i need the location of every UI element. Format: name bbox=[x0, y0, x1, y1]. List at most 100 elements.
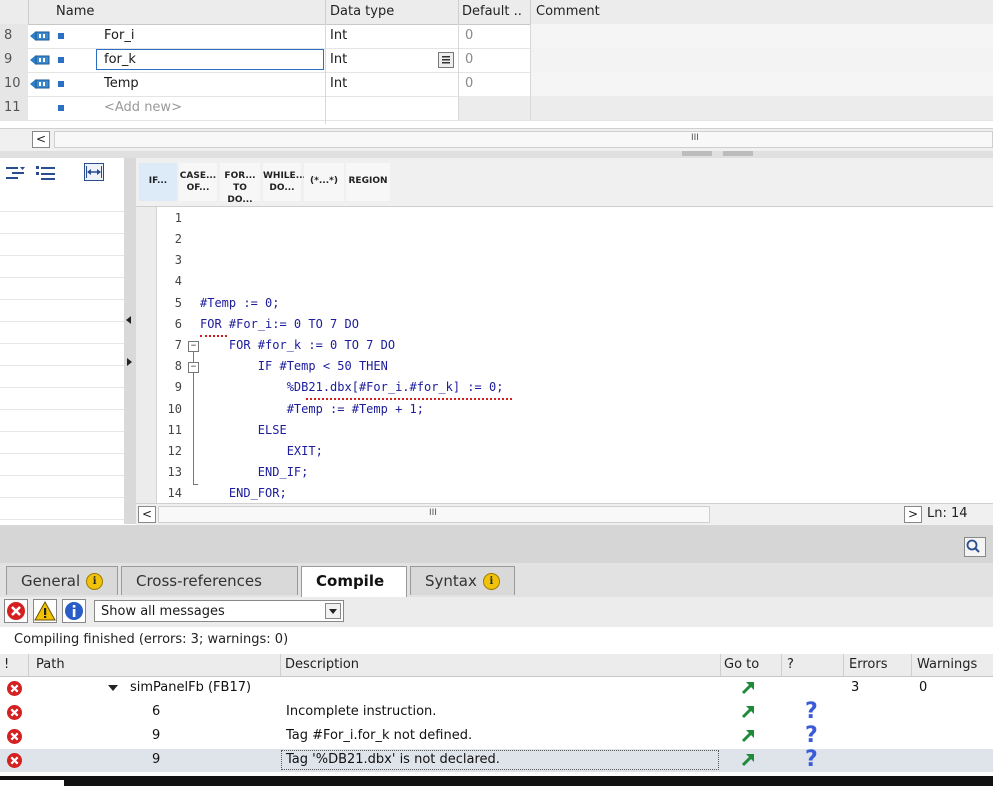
scroll-thumb[interactable]: III bbox=[158, 506, 710, 523]
var-default[interactable]: 0 bbox=[465, 52, 473, 67]
chevron-down-icon[interactable] bbox=[325, 603, 341, 619]
code-line[interactable]: IF #Temp < 50 THEN bbox=[200, 359, 388, 373]
splitter-down-arrow[interactable] bbox=[723, 151, 753, 156]
code-line[interactable]: EXIT; bbox=[200, 444, 323, 458]
scroll-left-button[interactable]: < bbox=[32, 131, 50, 148]
goto-arrow-icon[interactable] bbox=[740, 704, 756, 720]
while-do-button[interactable]: WHILE... DO... bbox=[263, 163, 306, 201]
col-name[interactable]: Name bbox=[56, 4, 94, 19]
message-filter-select[interactable]: Show all messages bbox=[94, 600, 344, 622]
scl-code-editor[interactable] bbox=[157, 207, 993, 503]
for-to-do-button[interactable]: FOR... TO DO... bbox=[220, 163, 260, 205]
error-icon bbox=[7, 705, 22, 720]
message-row[interactable]: simPanelFb (FB17) 3 0 bbox=[0, 677, 993, 700]
col-goto[interactable]: Go to bbox=[724, 657, 759, 672]
row-number: 11 bbox=[0, 96, 28, 120]
if-button[interactable]: IF... bbox=[139, 163, 177, 201]
properties-icon[interactable] bbox=[964, 537, 986, 557]
outdent-icon[interactable] bbox=[36, 165, 56, 181]
line-number: 6 bbox=[174, 317, 182, 331]
code-line[interactable]: #Temp := 0; bbox=[200, 296, 279, 310]
var-name[interactable]: For_i bbox=[104, 28, 134, 43]
scroll-right-button[interactable]: > bbox=[904, 506, 922, 523]
code-line[interactable]: END_IF; bbox=[200, 465, 309, 479]
info-icon bbox=[65, 602, 83, 620]
message-description: Tag '%DB21.dbx' is not declared. bbox=[286, 752, 500, 767]
help-icon[interactable]: ? bbox=[805, 699, 818, 724]
case-of-button[interactable]: CASE... OF... bbox=[179, 163, 217, 201]
splitter-up-arrow[interactable] bbox=[682, 151, 712, 156]
col-comment[interactable]: Comment bbox=[536, 4, 600, 19]
expand-caret-icon[interactable] bbox=[108, 685, 118, 691]
interface-row[interactable]: 9 for_k Int 0 bbox=[0, 48, 993, 73]
show-warnings-toggle[interactable] bbox=[33, 599, 57, 623]
var-type[interactable]: Int bbox=[330, 28, 347, 43]
comment-button[interactable]: (*...*) bbox=[304, 163, 344, 201]
editor-horizontal-scrollbar[interactable]: < III > Ln: 14 bbox=[136, 503, 993, 526]
add-new-placeholder[interactable]: <Add new> bbox=[104, 100, 182, 115]
tab-cross-references[interactable]: Cross-references bbox=[121, 566, 298, 595]
editor-splitter[interactable] bbox=[0, 151, 993, 158]
show-errors-toggle[interactable] bbox=[4, 599, 28, 623]
line-number: 7 bbox=[174, 338, 182, 352]
message-path: simPanelFb (FB17) bbox=[130, 680, 252, 695]
message-row[interactable]: 6 Incomplete instruction. ? bbox=[0, 699, 993, 724]
var-name[interactable]: for_k bbox=[104, 52, 136, 67]
indent-icon[interactable] bbox=[6, 165, 26, 181]
code-line[interactable]: %DB21.dbx[#For_i.#for_k] := 0; bbox=[200, 380, 504, 394]
row-number: 9 bbox=[0, 48, 28, 72]
message-filter-bar: Show all messages bbox=[0, 597, 993, 627]
pane-splitter[interactable] bbox=[124, 158, 136, 524]
var-name[interactable]: Temp bbox=[104, 76, 139, 91]
message-warnings: 0 bbox=[919, 680, 928, 695]
var-default[interactable]: 0 bbox=[465, 28, 473, 43]
var-type[interactable]: Int bbox=[330, 76, 347, 91]
show-info-toggle[interactable] bbox=[62, 599, 86, 623]
line-number: 14 bbox=[167, 486, 182, 500]
col-help[interactable]: ? bbox=[787, 657, 794, 672]
col-default[interactable]: Default .. bbox=[462, 4, 522, 19]
code-line[interactable]: END_FOR; bbox=[200, 486, 287, 500]
scroll-thumb[interactable]: III bbox=[54, 131, 993, 148]
code-line[interactable]: FOR #for_k := 0 TO 7 DO bbox=[200, 338, 395, 352]
code-line[interactable]: ELSE bbox=[200, 423, 287, 437]
interface-row[interactable]: 8 For_i Int 0 bbox=[0, 24, 993, 49]
goto-arrow-icon[interactable] bbox=[740, 680, 756, 696]
message-row-selected[interactable]: 9 Tag '%DB21.dbx' is not declared. ? bbox=[0, 747, 993, 772]
filter-value: Show all messages bbox=[101, 604, 225, 619]
help-icon[interactable]: ? bbox=[805, 747, 818, 772]
fit-width-icon[interactable] bbox=[84, 163, 104, 181]
help-icon[interactable]: ? bbox=[805, 723, 818, 748]
col-data-type[interactable]: Data type bbox=[330, 4, 394, 19]
col-path[interactable]: Path bbox=[36, 657, 65, 672]
region-button[interactable]: REGION bbox=[346, 163, 390, 201]
line-number: 11 bbox=[167, 423, 182, 437]
var-default[interactable]: 0 bbox=[465, 76, 473, 91]
goto-arrow-icon[interactable] bbox=[740, 728, 756, 744]
line-number: 13 bbox=[167, 465, 182, 479]
scroll-left-button[interactable]: < bbox=[138, 506, 156, 523]
col-description[interactable]: Description bbox=[285, 657, 359, 672]
line-number: 9 bbox=[174, 380, 182, 394]
tab-general[interactable]: General i bbox=[6, 566, 118, 595]
taskbar-strip bbox=[0, 776, 993, 786]
tab-syntax[interactable]: Syntax i bbox=[410, 566, 515, 595]
interface-horizontal-scrollbar[interactable]: < III bbox=[0, 128, 993, 151]
datatype-picker-icon[interactable] bbox=[438, 52, 454, 68]
col-errors[interactable]: Errors bbox=[849, 657, 887, 672]
message-row[interactable]: 9 Tag #For_i.for_k not defined. ? bbox=[0, 723, 993, 748]
col-severity[interactable]: ! bbox=[4, 657, 9, 672]
interface-row-add-new[interactable]: 11 <Add new> bbox=[0, 96, 993, 121]
struct-icon bbox=[58, 81, 64, 87]
code-line[interactable]: FOR #For_i:= 0 TO 7 DO bbox=[200, 317, 359, 331]
row-number: 10 bbox=[0, 72, 28, 96]
var-type[interactable]: Int bbox=[330, 52, 347, 67]
inspector-tabs: General i Cross-references Compile Syntax… bbox=[0, 563, 993, 597]
error-squiggle bbox=[200, 331, 227, 337]
goto-arrow-icon[interactable] bbox=[740, 752, 756, 768]
code-line[interactable]: #Temp := #Temp + 1; bbox=[200, 402, 424, 416]
col-warnings[interactable]: Warnings bbox=[917, 657, 977, 672]
error-icon bbox=[7, 602, 25, 620]
interface-row[interactable]: 10 Temp Int 0 bbox=[0, 72, 993, 97]
tab-compile[interactable]: Compile bbox=[301, 566, 407, 597]
